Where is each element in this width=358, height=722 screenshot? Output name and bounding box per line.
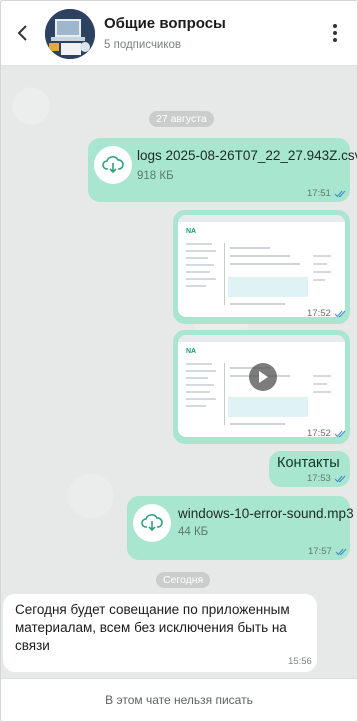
thumbnail-browser-bar [178,335,345,342]
thumbnail-highlight-box [228,277,308,297]
composer-disabled-bar: В этом чате нельзя писать [1,678,357,721]
message-time-label: 15:56 [288,656,312,667]
image-thumbnail[interactable]: NA [178,215,345,317]
thumbnail-sidebar [186,243,220,303]
download-icon[interactable] [94,146,132,184]
download-icon[interactable] [133,504,171,542]
incoming-message[interactable]: Сегодня будет совещание по приложенным м… [3,594,317,672]
thumbnail-divider [224,243,225,305]
message-text: Контакты [277,455,340,471]
message-list[interactable]: 27 августа logs 2025-08-26T07_22_27.943Z… [1,66,357,678]
file-name[interactable]: logs 2025-08-26T07_22_27.943Z.csv [137,148,357,163]
thumbnail-sidebar [186,363,220,423]
message-time-label: 17:52 [307,428,331,439]
video-message[interactable]: NA 17:52 [173,330,350,444]
back-button[interactable] [11,21,35,45]
message-time-label: 17:51 [307,188,331,199]
more-vertical-icon-dot [333,31,337,35]
message-time: 17:51 [307,188,346,199]
file-name[interactable]: windows-10-error-sound.mp3 [178,506,354,521]
image-message[interactable]: NA 17:52 [173,210,350,324]
thumbnail-text-line [230,247,270,249]
thumbnail-divider [224,363,225,425]
channel-avatar-image [45,9,95,59]
text-message[interactable]: Контакты 17:53 [269,451,350,487]
back-arrow-icon [17,25,27,41]
message-time: 15:56 [288,656,312,667]
thumbnail-text-line [230,263,300,265]
thumbnail-logo-icon: NA [186,348,197,355]
chat-screen: Общие вопросы 5 подписчиков 27 августа l… [0,0,358,722]
double-check-icon [335,548,347,555]
message-time: 17:53 [307,473,346,484]
video-thumbnail[interactable]: NA [178,335,345,437]
file-message[interactable]: logs 2025-08-26T07_22_27.943Z.csv 918 КБ… [88,138,357,202]
avatar[interactable] [45,9,95,59]
message-text: Сегодня будет совещание по приложенным м… [15,602,290,653]
chat-title[interactable]: Общие вопросы [104,15,226,32]
double-check-icon [334,310,346,317]
more-options-button[interactable] [325,21,345,45]
read-only-notice: В этом чате нельзя писать [105,693,253,707]
message-time: 17:57 [308,546,347,557]
play-button[interactable] [249,363,277,391]
more-vertical-icon-dot [333,38,337,42]
thumbnail-highlight-box [228,397,308,417]
thumbnail-text-line [230,255,290,257]
message-time: 17:52 [307,428,346,439]
file-size: 44 КБ [178,526,209,538]
message-time-label: 17:57 [308,546,332,557]
thumbnail-browser-bar [178,215,345,222]
message-time-label: 17:52 [307,308,331,319]
thumbnail-logo-icon: NA [186,228,197,235]
message-time: 17:52 [307,308,346,319]
date-separator: Сегодня [156,572,211,588]
double-check-icon [334,190,346,197]
subscriber-count: 5 подписчиков [104,39,182,51]
more-vertical-icon [333,24,337,28]
double-check-icon [334,430,346,437]
file-size: 918 КБ [137,170,174,182]
chat-header: Общие вопросы 5 подписчиков [1,1,357,66]
file-message[interactable]: windows-10-error-sound.mp3 44 КБ 17:57 [127,496,354,560]
play-icon [259,371,268,383]
date-separator: 27 августа [149,111,214,127]
message-time-label: 17:53 [307,473,331,484]
thumbnail-text-line [230,423,285,425]
double-check-icon [334,475,346,482]
thumbnail-text-line [230,303,285,305]
